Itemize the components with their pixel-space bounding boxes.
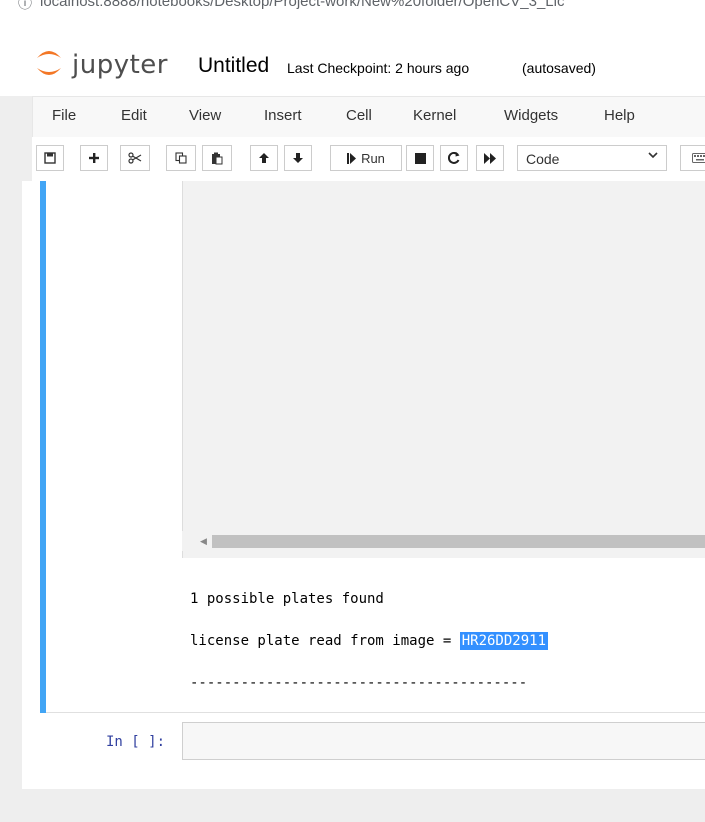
arrow-down-icon <box>292 152 304 164</box>
scroll-left-icon[interactable]: ◀ <box>200 536 207 547</box>
restart-button[interactable] <box>440 145 468 171</box>
code-input-cell[interactable] <box>182 722 705 760</box>
menu-kernel[interactable]: Kernel <box>413 107 456 124</box>
notebook-container: ◀ 1 possible plates found license plate … <box>22 181 705 789</box>
jupyter-header: jupyter Untitled Last Checkpoint: 2 hour… <box>0 34 705 96</box>
save-icon <box>44 152 56 164</box>
move-down-button[interactable] <box>284 145 312 171</box>
run-label: Run <box>361 150 385 166</box>
cell-type-select[interactable]: Code <box>517 145 667 171</box>
selected-cell-indicator <box>40 181 46 713</box>
paste-button[interactable] <box>202 145 232 171</box>
stop-icon <box>414 152 426 164</box>
arrow-up-icon <box>258 152 270 164</box>
cut-icon <box>128 152 142 164</box>
restart-icon <box>448 152 460 164</box>
scrollbar-thumb[interactable] <box>212 535 705 548</box>
output-line-license-plate: license plate read from image = HR26DD29… <box>190 632 549 650</box>
address-url[interactable]: localhost:8888/notebooks/Desktop/Project… <box>40 0 564 10</box>
copy-icon <box>175 152 187 164</box>
toolbar: Run Code <box>32 137 705 181</box>
menu-cell[interactable]: Cell <box>346 107 372 124</box>
interrupt-button[interactable] <box>406 145 434 171</box>
menu-file[interactable]: File <box>52 107 76 124</box>
menu-edit[interactable]: Edit <box>121 107 147 124</box>
menu-widgets[interactable]: Widgets <box>504 107 558 124</box>
menu-insert[interactable]: Insert <box>264 107 302 124</box>
copy-button[interactable] <box>166 145 196 171</box>
plus-icon <box>88 152 100 164</box>
menu-help[interactable]: Help <box>604 107 635 124</box>
run-icon <box>347 152 357 164</box>
output-separator: ---------------------------------------- <box>190 675 528 691</box>
autosave-status: (autosaved) <box>522 60 596 76</box>
input-prompt: In [ ]: <box>106 734 166 750</box>
output-image-area <box>182 181 705 558</box>
save-button[interactable] <box>36 145 64 171</box>
menubar: File Edit View Insert Cell Kernel Widget… <box>32 96 705 138</box>
run-button[interactable]: Run <box>330 145 402 171</box>
cut-button[interactable] <box>120 145 150 171</box>
command-palette-button[interactable] <box>680 145 705 171</box>
license-plate-value: HR26DD2911 <box>459 632 549 650</box>
horizontal-scrollbar[interactable]: ◀ <box>182 531 705 551</box>
jupyter-logo-text[interactable]: jupyter <box>72 50 168 80</box>
info-icon[interactable]: ⓘ <box>18 0 32 13</box>
browser-address-bar[interactable]: ⓘ localhost:8888/notebooks/Desktop/Proje… <box>0 0 705 34</box>
jupyter-logo-icon[interactable] <box>34 46 64 80</box>
fast-forward-icon <box>483 152 497 164</box>
menu-view[interactable]: View <box>189 107 221 124</box>
restart-run-all-button[interactable] <box>476 145 504 171</box>
checkpoint-status: Last Checkpoint: 2 hours ago <box>287 60 470 76</box>
output-line-plates-found: 1 possible plates found <box>190 591 384 607</box>
paste-icon <box>211 152 223 165</box>
keyboard-icon <box>692 153 705 163</box>
cell-divider <box>46 712 705 713</box>
license-plate-label: license plate read from image = <box>190 633 460 649</box>
insert-cell-button[interactable] <box>80 145 108 171</box>
move-up-button[interactable] <box>250 145 278 171</box>
chevron-down-icon <box>648 151 658 159</box>
notebook-name[interactable]: Untitled <box>198 54 269 78</box>
cell-type-value: Code <box>526 151 560 167</box>
